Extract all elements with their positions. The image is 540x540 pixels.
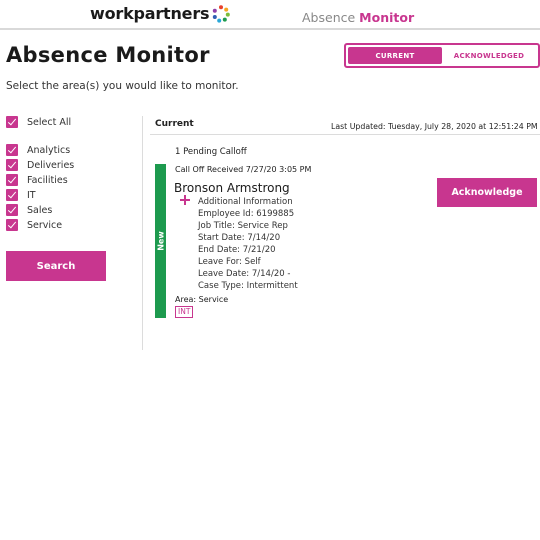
page-subtitle: Select the area(s) you would like to mon… bbox=[6, 80, 239, 92]
area-checkbox[interactable] bbox=[6, 189, 18, 201]
tab-current[interactable]: CURRENT bbox=[348, 47, 442, 64]
area-item-deliveries[interactable]: Deliveries bbox=[6, 159, 74, 171]
area-label: Analytics bbox=[27, 144, 71, 156]
area-label: Service bbox=[27, 219, 63, 231]
detail-case-type: Case Type: Intermittent bbox=[198, 281, 298, 291]
area-checkbox[interactable] bbox=[6, 144, 18, 156]
detail-start-date: Start Date: 7/14/20 bbox=[198, 233, 281, 243]
area-item-it[interactable]: IT bbox=[6, 189, 36, 201]
calloff-received-time: Call Off Received 7/27/20 3:05 PM bbox=[175, 165, 312, 174]
top-bar: workpartners Absence Monitor bbox=[0, 0, 540, 30]
case-type-tag: INT bbox=[175, 306, 194, 318]
select-all-checkbox[interactable] bbox=[6, 116, 18, 128]
section-divider bbox=[150, 134, 540, 135]
select-all-label: Select All bbox=[27, 116, 72, 128]
area-checkbox[interactable] bbox=[6, 219, 18, 231]
app-title-prefix: Absence bbox=[302, 10, 356, 25]
detail-end-date: End Date: 7/21/20 bbox=[198, 245, 276, 255]
area-label: Deliveries bbox=[27, 159, 75, 171]
last-updated-timestamp: Last Updated: Tuesday, July 28, 2020 at … bbox=[331, 122, 538, 131]
page-title: Absence Monitor bbox=[6, 43, 210, 67]
additional-info-toggle[interactable]: Additional Information bbox=[198, 197, 293, 207]
area-label: IT bbox=[27, 189, 36, 201]
area-checkbox[interactable] bbox=[6, 204, 18, 216]
employee-name: Bronson Armstrong bbox=[174, 181, 290, 195]
area-item-service[interactable]: Service bbox=[6, 219, 62, 231]
detail-job-title: Job Title: Service Rep bbox=[198, 221, 288, 231]
sidebar-divider bbox=[142, 116, 143, 350]
acknowledge-button[interactable]: Acknowledge bbox=[437, 178, 537, 207]
view-toggle: CURRENT ACKNOWLEDGED bbox=[344, 43, 540, 68]
area-item-facilities[interactable]: Facilities bbox=[6, 174, 68, 186]
logo-text: workpartners bbox=[90, 4, 210, 23]
detail-leave-date: Leave Date: 7/14/20 - bbox=[198, 269, 291, 279]
search-button[interactable]: Search bbox=[6, 251, 106, 281]
detail-leave-for: Leave For: Self bbox=[198, 257, 261, 267]
status-label: New bbox=[156, 231, 165, 251]
logo: workpartners bbox=[90, 4, 231, 23]
status-bar-new: New bbox=[155, 164, 166, 318]
app-title-accent: Monitor bbox=[359, 10, 415, 25]
tab-acknowledged[interactable]: ACKNOWLEDGED bbox=[442, 47, 536, 64]
area-label: Facilities bbox=[27, 174, 68, 186]
logo-mark-icon bbox=[213, 4, 231, 23]
area-checkbox[interactable] bbox=[6, 159, 18, 171]
area-checkbox[interactable] bbox=[6, 174, 18, 186]
area-label: Sales bbox=[27, 204, 53, 216]
area-item-sales[interactable]: Sales bbox=[6, 204, 52, 216]
detail-employee-id: Employee Id: 6199885 bbox=[198, 209, 295, 219]
calloff-area: Area: Service bbox=[175, 295, 229, 304]
app-title: Absence Monitor bbox=[302, 10, 414, 25]
select-all-row[interactable]: Select All bbox=[6, 116, 71, 128]
area-item-analytics[interactable]: Analytics bbox=[6, 144, 70, 156]
expand-plus-icon[interactable] bbox=[180, 195, 190, 205]
section-title: Current bbox=[155, 119, 194, 129]
pending-calloff-count: 1 Pending Calloff bbox=[175, 147, 247, 157]
